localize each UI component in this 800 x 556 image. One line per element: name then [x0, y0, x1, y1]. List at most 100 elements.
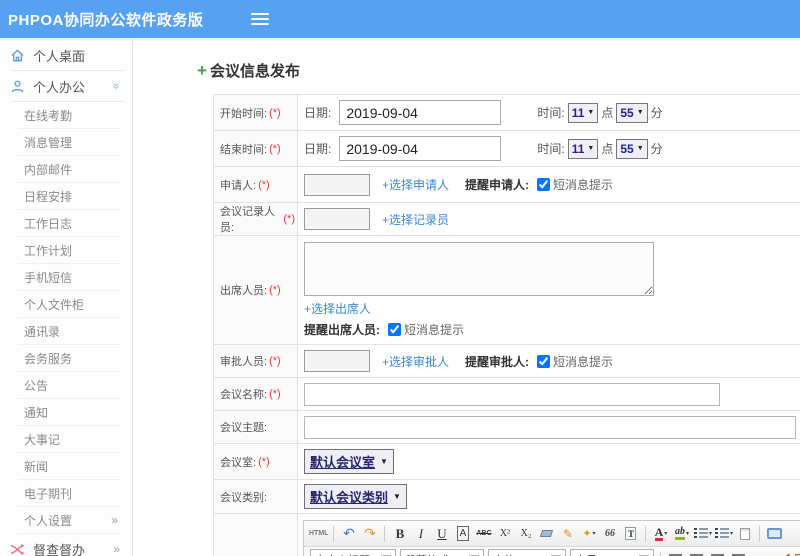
new-page-icon[interactable] — [735, 523, 754, 544]
sidebar-item-settings[interactable]: 个人设置 » — [18, 507, 120, 534]
recorder-input[interactable] — [304, 208, 370, 230]
approver-input[interactable] — [304, 350, 370, 372]
italic-icon[interactable]: I — [411, 523, 430, 544]
time-label: 时间: — [537, 142, 565, 156]
app-title: PHPOA协同办公软件政务版 — [8, 11, 204, 29]
sms-label: 短消息提示 — [553, 178, 614, 192]
sidebar-item[interactable]: 在线考勤 — [18, 102, 120, 129]
paragraph-format-select[interactable]: 段落格式▾ — [400, 549, 484, 556]
minute-unit-label: 分 — [650, 106, 663, 120]
sidebar-item-supervise[interactable]: 督查督办 » — [10, 534, 126, 556]
unordered-list-icon[interactable]: ▾ — [714, 523, 733, 544]
superscript-icon[interactable]: X² — [495, 523, 514, 544]
form-row-meeting-category: 会议类别: 默认会议类别 ▼ — [214, 480, 800, 514]
hour-unit-label: 点 — [601, 142, 614, 156]
end-hour-select[interactable]: 11 ▼ — [567, 138, 599, 159]
choose-recorder-link[interactable]: +选择记录员 — [382, 211, 449, 228]
sidebar-item-desktop[interactable]: 个人桌面 — [10, 40, 126, 71]
align-center-icon[interactable] — [687, 549, 706, 556]
underline-icon[interactable]: U — [432, 523, 451, 544]
meeting-topic-label: 会议主题: — [214, 411, 298, 443]
undo-icon[interactable]: ↶ — [339, 523, 358, 544]
sidebar-item-label: 新闻 — [24, 459, 49, 474]
strikethrough-icon[interactable]: ABC — [474, 523, 493, 544]
meeting-category-select[interactable]: 默认会议类别 ▼ — [304, 484, 407, 509]
sidebar-item-label: 公告 — [24, 378, 49, 393]
sidebar-item[interactable]: 工作日志 — [18, 210, 120, 237]
fullscreen-icon[interactable] — [765, 523, 784, 544]
align-left-icon[interactable] — [666, 549, 685, 556]
attendees-textarea[interactable] — [304, 242, 654, 296]
choose-attendees-link[interactable]: +选择出席人 — [304, 302, 371, 316]
bold-icon[interactable]: B — [390, 523, 409, 544]
sms-label: 短消息提示 — [553, 354, 614, 369]
sidebar-item-label: 内部邮件 — [24, 162, 73, 177]
insert-link-icon[interactable]: ∞ — [750, 549, 769, 556]
sidebar-item[interactable]: 通讯录 — [18, 318, 120, 345]
end-minute-select[interactable]: 55 ▼ — [616, 138, 648, 159]
blockquote-icon[interactable]: 66 — [600, 523, 619, 544]
start-date-input[interactable] — [339, 100, 502, 125]
choose-applicant-link[interactable]: +选择申请人 — [382, 176, 449, 193]
sidebar-item[interactable]: 会务服务 — [18, 345, 120, 372]
insert-image-icon[interactable] — [792, 549, 800, 556]
redo-icon[interactable]: ↷ — [360, 523, 379, 544]
toolbar-separator — [384, 525, 386, 542]
font-family-select[interactable]: 字体▾ — [488, 549, 566, 556]
sidebar-item-label: 工作计划 — [24, 243, 73, 258]
meeting-name-input[interactable] — [304, 382, 720, 406]
paste-text-icon[interactable]: T — [621, 523, 640, 544]
recorder-label: 会议记录人员: (*) — [214, 203, 298, 235]
ordered-list-icon[interactable]: ▾ — [693, 523, 712, 544]
html-source-button[interactable]: HTML — [309, 523, 328, 544]
user-icon — [10, 79, 25, 94]
meeting-room-select[interactable]: 默认会议室 ▼ — [304, 449, 394, 474]
page-title-row: + 会议信息发布 — [197, 60, 800, 81]
sidebar-item[interactable]: 个人文件柜 — [18, 291, 120, 318]
format-brush-icon[interactable]: ✎ — [558, 523, 577, 544]
font-size-select[interactable]: 字号▾ — [570, 549, 654, 556]
highlight-color-icon[interactable]: ab ▾ — [672, 523, 691, 544]
sidebar-item[interactable]: 公告 — [18, 372, 120, 399]
plus-icon: + — [197, 60, 207, 80]
sidebar-item[interactable]: 手机短信 — [18, 264, 120, 291]
chevron-double-right-icon: » — [111, 513, 118, 527]
editor-label-cell — [214, 514, 298, 556]
attendees-sms-checkbox[interactable] — [388, 323, 401, 336]
sidebar-item[interactable]: 通知 — [18, 399, 120, 426]
meeting-topic-input[interactable] — [304, 415, 796, 439]
remove-link-icon[interactable]: ∞ — [771, 549, 790, 556]
form-row-meeting-topic: 会议主题: — [214, 411, 800, 444]
sidebar-item[interactable]: 大事记 — [18, 426, 120, 453]
font-style-icon[interactable]: A — [453, 523, 472, 544]
font-color-icon[interactable]: A ▾ — [651, 523, 670, 544]
sidebar-item[interactable]: 电子期刊 — [18, 480, 120, 507]
sidebar-item-label: 消息管理 — [24, 135, 73, 150]
start-hour-select[interactable]: 11 ▼ — [567, 102, 599, 123]
sidebar-item[interactable]: 内部邮件 — [18, 156, 120, 183]
sidebar-item-label: 工作日志 — [24, 216, 73, 231]
heading-style-select[interactable]: 自定义标题▾ — [310, 549, 396, 556]
form-row-content-editor: HTML↶↷BIUAABCX²X₂✎✦▾66TA▾ab▾▾▾ 自定义标题▾段落格… — [214, 514, 800, 556]
applicant-sms-checkbox[interactable] — [537, 178, 551, 191]
sidebar-item[interactable]: 消息管理 — [18, 129, 120, 156]
quick-format-icon[interactable]: ✦ ▾ — [579, 523, 598, 544]
approver-sms-checkbox[interactable] — [537, 354, 551, 368]
start-minute-select[interactable]: 55 ▼ — [616, 102, 648, 123]
subscript-icon[interactable]: X₂ — [516, 523, 535, 544]
sidebar-item[interactable]: 新闻 — [18, 453, 120, 480]
remove-format-icon[interactable] — [537, 523, 556, 544]
form-row-start-time: 开始时间:(*) 日期: 时间: 11▼ 点 55▼ 分 — [214, 95, 800, 131]
align-right-icon[interactable] — [708, 549, 727, 556]
end-date-input[interactable] — [339, 136, 502, 161]
sidebar-item-label: 在线考勤 — [24, 108, 73, 123]
sidebar-item[interactable]: 日程安排 — [18, 183, 120, 210]
applicant-input[interactable] — [304, 173, 370, 196]
sidebar-item-office[interactable]: 个人办公 » — [10, 71, 126, 102]
sidebar-item[interactable]: 工作计划 — [18, 237, 120, 264]
form-row-approver: 审批人员: (*) +选择审批人 提醒审批人: 短消息提示 — [214, 345, 800, 378]
align-justify-icon[interactable] — [729, 549, 748, 556]
shuffle-icon — [10, 542, 25, 556]
hamburger-menu-icon[interactable] — [251, 12, 270, 16]
choose-approver-link[interactable]: +选择审批人 — [382, 353, 449, 370]
